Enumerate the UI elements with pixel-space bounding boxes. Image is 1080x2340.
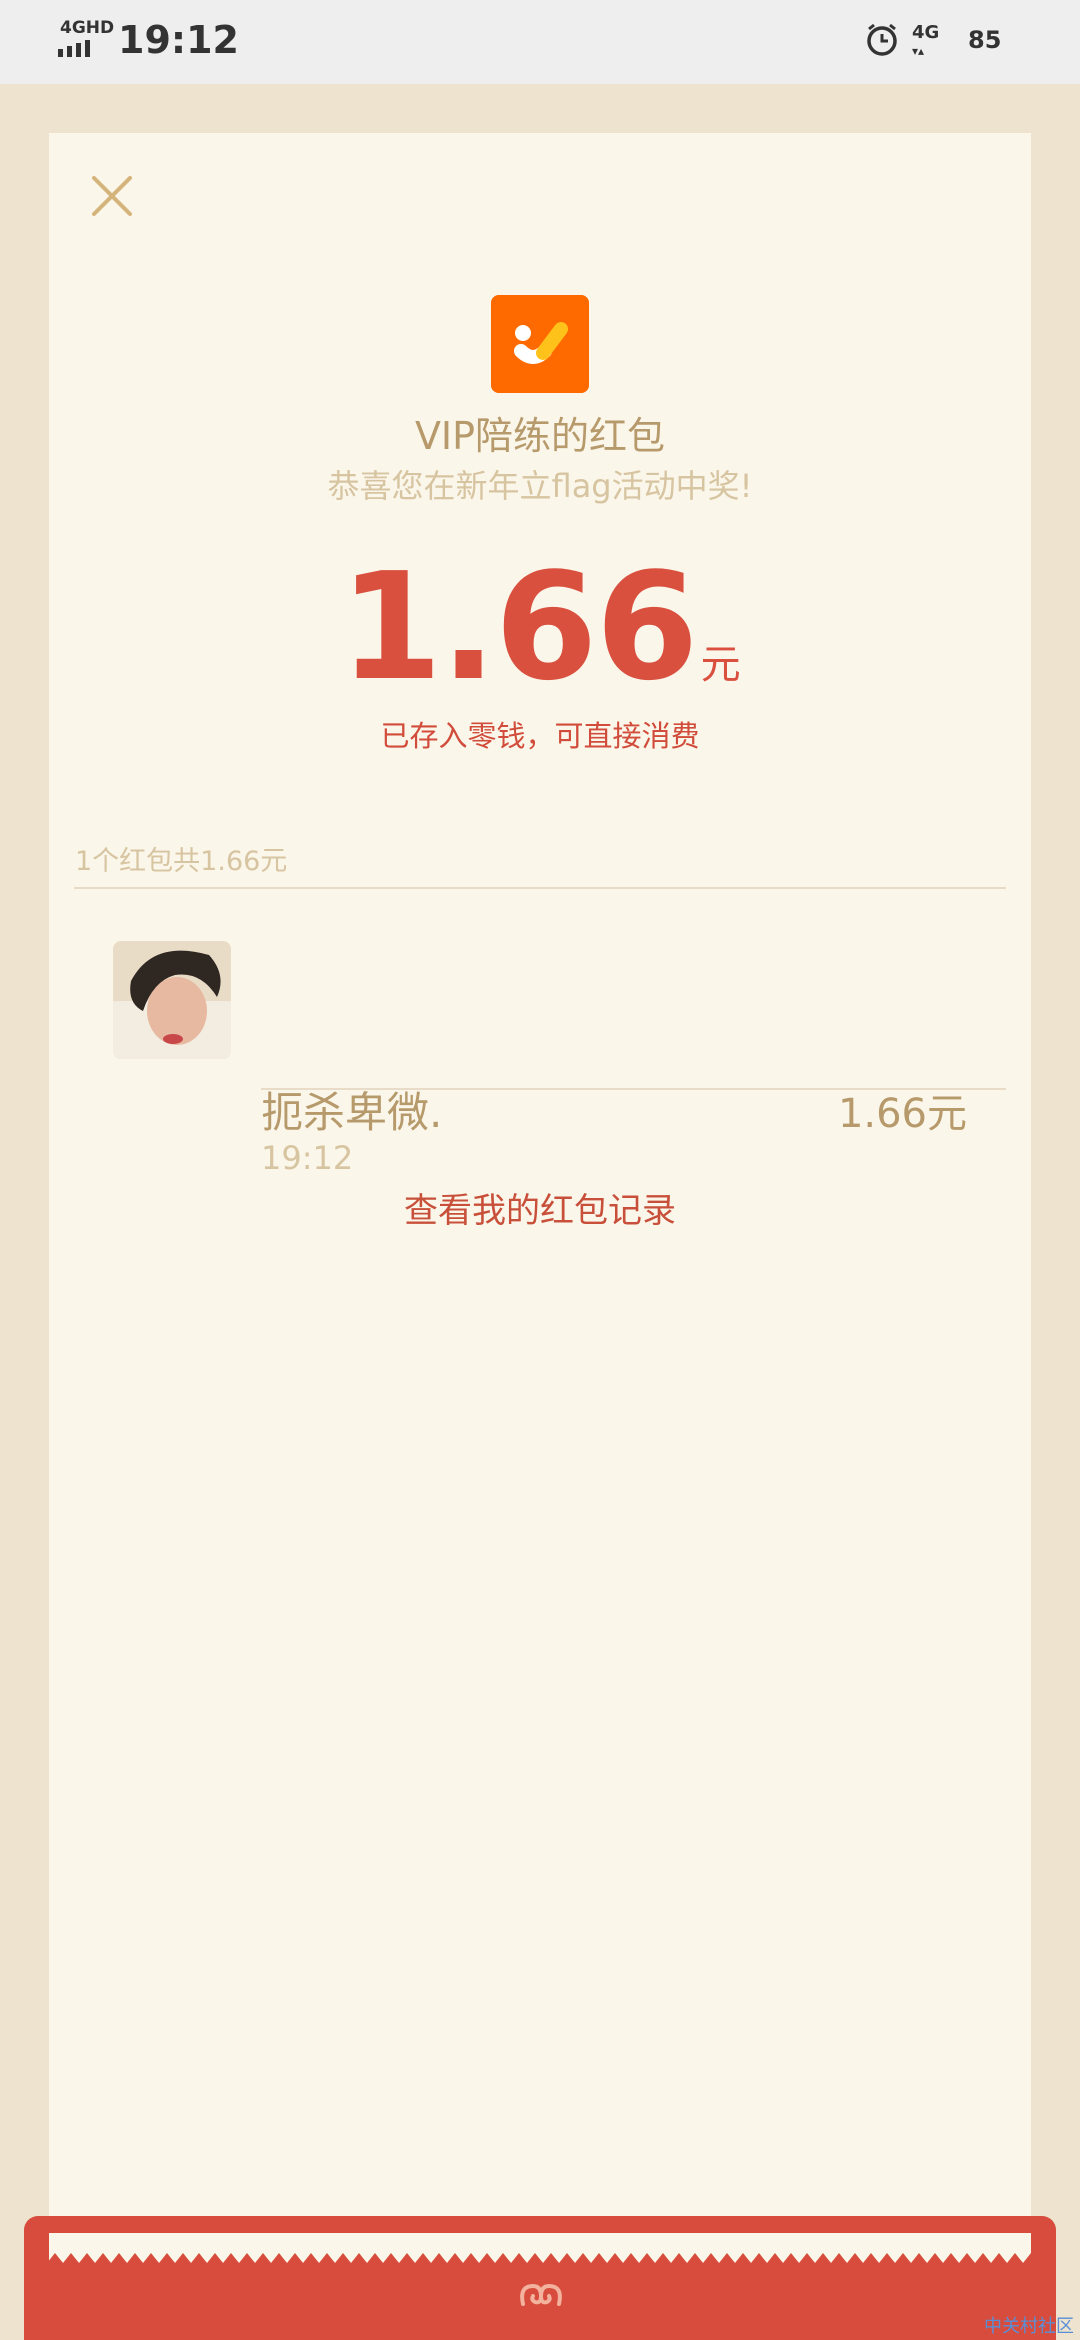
- amount-display: 1.66 元: [49, 553, 1031, 701]
- red-packet-detail-card: VIP陪练的红包 恭喜您在新年立flag活动中奖! 1.66 元 已存入零钱，可直…: [49, 133, 1031, 2233]
- packet-summary: 1个红包共1.66元: [75, 846, 288, 877]
- recipient-time: 19:12: [261, 1139, 354, 1177]
- view-history-link[interactable]: 查看我的红包记录: [49, 1183, 1031, 1232]
- amount-value: 1.66: [339, 541, 698, 713]
- mobile-data-icon: 4G ▾▴: [912, 22, 940, 58]
- congrats-message: 恭喜您在新年立flag活动中奖!: [327, 467, 753, 505]
- recipient-row: 扼杀卑微. 19:12 1.66元: [49, 889, 1031, 1177]
- zigzag-edge: [49, 2233, 1031, 2263]
- close-icon[interactable]: [83, 167, 141, 225]
- packet-sender-title: VIP陪练的红包: [414, 414, 666, 458]
- network-type: 4GHD: [60, 18, 115, 38]
- signal-icon: 4GHD: [58, 18, 114, 62]
- mobile-data-label: 4G: [912, 22, 940, 43]
- amount-unit: 元: [700, 642, 741, 688]
- status-bar: 4GHD 19:12 4G ▾▴ 85: [0, 0, 1080, 84]
- cloud-ornament-icon: [520, 2283, 562, 2306]
- watermark: 中关村社区: [984, 2316, 1074, 2337]
- divider: [261, 1088, 1006, 1090]
- stored-note: 已存入零钱，可直接消费: [380, 719, 700, 753]
- app-logo: [491, 295, 589, 393]
- vip-logo-icon: [491, 295, 589, 393]
- battery-level: 85: [968, 26, 1002, 54]
- status-time: 19:12: [118, 18, 239, 62]
- alarm-icon: [867, 23, 897, 56]
- battery-icon: 85: [948, 26, 1018, 58]
